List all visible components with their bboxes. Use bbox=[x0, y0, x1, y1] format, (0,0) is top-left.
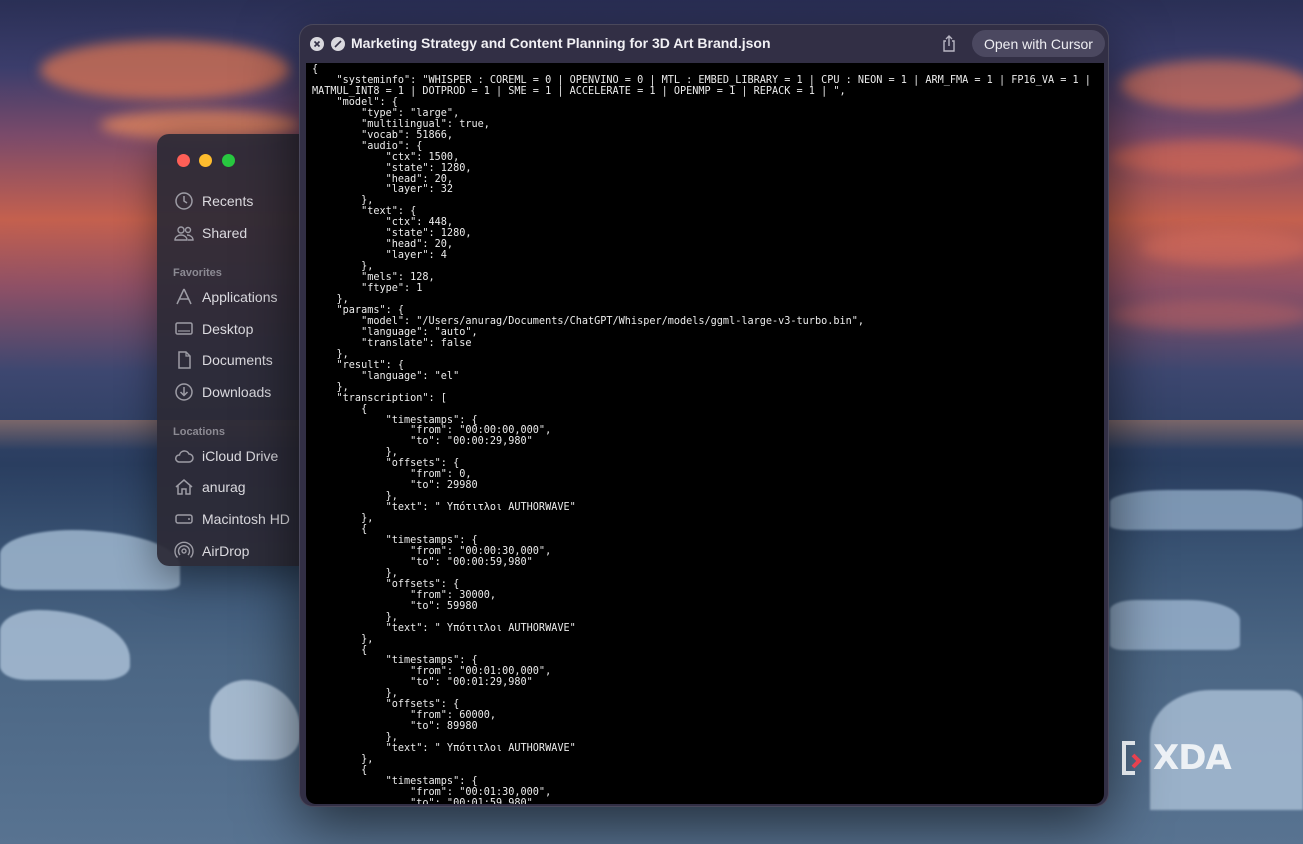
code-line: }, bbox=[312, 195, 374, 207]
sidebar-item-shared[interactable]: Shared bbox=[174, 222, 247, 244]
code-line: "layer": 4 bbox=[312, 250, 447, 262]
xda-wordmark: XDA bbox=[1153, 738, 1232, 778]
code-line: }, bbox=[312, 348, 349, 360]
code-line: "to": 59980 bbox=[312, 600, 478, 612]
code-line: "ftype": 1 bbox=[312, 283, 423, 295]
code-line: "to": "00:01:59,980" bbox=[312, 797, 533, 804]
code-line: }, bbox=[312, 633, 374, 645]
code-line: "language": "el" bbox=[312, 370, 460, 382]
finder-window: Recents Shared Favorites Applications De… bbox=[157, 134, 317, 566]
code-line: }, bbox=[312, 381, 349, 393]
shared-people-icon bbox=[174, 226, 194, 241]
json-preview[interactable]: { "systeminfo": "WHISPER : COREML = 0 | … bbox=[306, 63, 1104, 804]
code-line: "to": "00:00:59,980" bbox=[312, 556, 533, 568]
desktop-icon bbox=[175, 322, 193, 335]
code-line: "vocab": 51866, bbox=[312, 129, 454, 141]
sidebar-item-label: Macintosh HD bbox=[202, 511, 290, 527]
download-icon bbox=[175, 383, 193, 401]
sidebar-item-desktop[interactable]: Desktop bbox=[174, 318, 253, 340]
sidebar-item-label: Documents bbox=[202, 352, 273, 368]
close-window-button[interactable] bbox=[177, 154, 190, 167]
code-line: "state": 1280, bbox=[312, 162, 472, 174]
code-line: "text": " Υπότιτλοι AUTHORWAVE" bbox=[312, 622, 576, 634]
sidebar-item-label: Recents bbox=[202, 193, 254, 209]
airdrop-icon bbox=[174, 541, 194, 558]
sidebar-item-label: iCloud Drive bbox=[202, 448, 279, 464]
applications-icon bbox=[176, 288, 192, 305]
code-line: { bbox=[312, 403, 368, 415]
sidebar-section-favorites: Favorites bbox=[173, 267, 222, 279]
sidebar-item-icloud-drive[interactable]: iCloud Drive bbox=[174, 445, 278, 467]
quicklook-titlebar: Marketing Strategy and Content Planning … bbox=[300, 25, 1108, 63]
code-line: "text": " Υπότιτλοι AUTHORWAVE" bbox=[312, 502, 576, 514]
code-line: "to": 89980 bbox=[312, 721, 478, 733]
code-line: "audio": { bbox=[312, 140, 423, 152]
json-content: { "systeminfo": "WHISPER : COREML = 0 | … bbox=[306, 63, 1104, 804]
code-line: "mels": 128, bbox=[312, 272, 435, 284]
code-line: }, bbox=[312, 513, 374, 525]
sidebar-item-label: Applications bbox=[202, 289, 278, 305]
code-line: "to": "00:01:29,980" bbox=[312, 677, 533, 689]
sidebar-item-documents[interactable]: Documents bbox=[174, 349, 273, 371]
quicklook-window: Marketing Strategy and Content Planning … bbox=[299, 24, 1109, 807]
close-button[interactable] bbox=[310, 37, 324, 51]
fullscreen-button[interactable] bbox=[331, 37, 345, 51]
sidebar-item-label: anurag bbox=[202, 479, 246, 495]
sidebar-item-label: Downloads bbox=[202, 384, 272, 400]
code-line: "text": " Υπότιτλοι AUTHORWAVE" bbox=[312, 743, 576, 755]
sidebar-item-recents[interactable]: Recents bbox=[174, 190, 253, 212]
sidebar-item-macintosh-hd[interactable]: Macintosh HD bbox=[174, 508, 290, 530]
clock-icon bbox=[175, 192, 193, 210]
code-line: MATMUL_INT8 = 1 | DOTPROD = 1 | SME = 1 … bbox=[312, 85, 846, 97]
disk-icon bbox=[175, 514, 193, 524]
sidebar-section-locations: Locations bbox=[173, 426, 225, 438]
code-line: "to": 29980 bbox=[312, 480, 478, 492]
share-icon[interactable] bbox=[939, 34, 959, 54]
code-line: }, bbox=[312, 754, 374, 766]
sidebar-item-label: AirDrop bbox=[202, 543, 250, 559]
sidebar-item-label: Shared bbox=[202, 225, 248, 241]
sidebar-item-label: Desktop bbox=[202, 321, 254, 337]
code-line: "to": "00:00:29,980" bbox=[312, 436, 533, 448]
open-with-cursor-button[interactable]: Open with Cursor bbox=[972, 30, 1105, 57]
close-icon bbox=[313, 40, 321, 48]
code-line: "ctx": 1500, bbox=[312, 151, 460, 163]
document-icon bbox=[178, 351, 191, 369]
home-icon bbox=[175, 479, 193, 495]
code-line: "transcription": [ bbox=[312, 392, 447, 404]
sidebar-item-downloads[interactable]: Downloads bbox=[174, 381, 271, 403]
sidebar-item-home[interactable]: anurag bbox=[174, 476, 246, 498]
quicklook-title: Marketing Strategy and Content Planning … bbox=[351, 35, 771, 51]
cloud-icon bbox=[175, 450, 194, 463]
expand-icon bbox=[334, 40, 342, 48]
sidebar-item-airdrop[interactable]: AirDrop bbox=[174, 540, 249, 562]
code-line: "translate": false bbox=[312, 337, 472, 349]
zoom-window-button[interactable] bbox=[222, 154, 235, 167]
xda-bracket-icon bbox=[1122, 741, 1142, 775]
code-line: }, bbox=[312, 294, 349, 306]
xda-logo: XDA bbox=[1121, 738, 1232, 778]
sidebar-item-applications[interactable]: Applications bbox=[174, 286, 278, 308]
code-line: "layer": 32 bbox=[312, 184, 454, 196]
code-line: }, bbox=[312, 611, 398, 623]
minimize-window-button[interactable] bbox=[199, 154, 212, 167]
